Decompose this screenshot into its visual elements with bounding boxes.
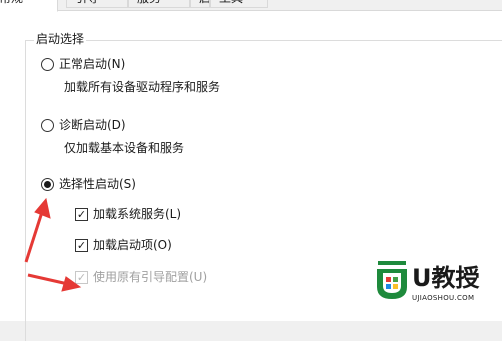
load-system-services-row[interactable]: ✓ 加载系统服务(L) (75, 205, 181, 223)
selective-startup-radio-row[interactable]: 选择性启动(S) (41, 175, 136, 193)
tab-strip: 常规 引导 服务 启动 工具 (0, 0, 502, 12)
load-startup-items-label: 加载启动项(O) (93, 238, 172, 252)
normal-startup-label: 正常启动(N) (59, 57, 126, 71)
tab-label: 常规 (0, 0, 23, 5)
selective-startup-label: 选择性启动(S) (59, 177, 136, 191)
group-title: 启动选择 (34, 31, 87, 47)
watermark-logo-icon (377, 261, 407, 299)
tab-boot[interactable]: 引导 (66, 0, 128, 8)
tab-label: 引导 (75, 0, 99, 5)
watermark: U教授 UJIAOSHOU.COM (374, 261, 494, 311)
tab-label: 工具 (219, 0, 243, 5)
diagnostic-startup-radio[interactable] (41, 118, 54, 132)
normal-startup-radio-row[interactable]: 正常启动(N) (41, 55, 125, 73)
load-system-services-label: 加载系统服务(L) (93, 207, 182, 221)
tab-label: 服务 (137, 0, 161, 5)
load-startup-items-checkbox[interactable]: ✓ (75, 238, 88, 252)
selective-startup-radio[interactable] (41, 177, 54, 191)
watermark-brand: U教授 (412, 264, 480, 292)
load-system-services-checkbox[interactable]: ✓ (75, 207, 88, 221)
tab-tools[interactable]: 工具 (210, 0, 268, 8)
diagnostic-startup-radio-row[interactable]: 诊断启动(D) (41, 116, 126, 134)
tab-label: 启动 (199, 0, 209, 5)
normal-startup-description: 加载所有设备驱动程序和服务 (64, 80, 221, 94)
tab-startup[interactable]: 启动 (190, 0, 210, 8)
use-original-boot-config-row: ✓ 使用原有引导配置(U) (75, 268, 207, 286)
diagnostic-startup-description: 仅加载基本设备和服务 (64, 141, 185, 155)
use-original-boot-config-checkbox: ✓ (75, 270, 88, 284)
load-startup-items-row[interactable]: ✓ 加载启动项(O) (75, 236, 172, 254)
watermark-url: UJIAOSHOU.COM (412, 294, 475, 302)
diagnostic-startup-label: 诊断启动(D) (59, 118, 126, 132)
tab-general[interactable]: 常规 (0, 0, 58, 12)
use-original-boot-config-label: 使用原有引导配置(U) (93, 270, 208, 284)
normal-startup-radio[interactable] (41, 57, 54, 71)
tab-services[interactable]: 服务 (128, 0, 190, 8)
